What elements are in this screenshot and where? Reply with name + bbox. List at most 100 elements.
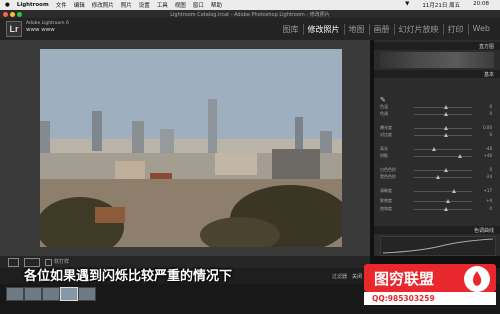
wifi-icon[interactable]: ▼ [405,1,409,9]
slider-label: 色温 [380,104,388,109]
slider-label: 阴影 [380,153,388,158]
slider-row: 饱和度 0 [380,206,492,213]
city-skyline-image [40,49,342,247]
eyedropper-icon[interactable]: ✎ [380,96,388,104]
slider-track[interactable] [414,128,472,129]
slider-row: 鲜艳度 +4 [380,198,492,205]
slider-knob[interactable] [444,207,448,211]
slider-track[interactable] [414,135,472,136]
slider-value[interactable]: +46 [484,153,492,158]
histogram-header[interactable]: 直方图 [374,42,500,50]
filmstrip-thumb[interactable] [6,287,24,301]
tone-curve-header[interactable]: 色调曲线 [374,226,500,234]
module-picker: 图库 修改照片 地图 画册 幻灯片放映 打印 Web [279,24,494,35]
slider-track[interactable] [414,149,472,150]
slider-row: 白色色阶 0 [380,167,492,174]
watermark-title: 图穷联盟 [374,270,435,288]
slider-value[interactable]: 0 [489,206,492,211]
slider-track[interactable] [414,170,472,171]
tone-curve-graph[interactable] [380,236,496,256]
filmstrip-thumb-selected[interactable] [60,287,78,301]
video-subtitle: 各位如果遇到闪烁比较严重的情况下 [24,269,233,284]
slider-row: 曝光度 0.00 [380,125,492,132]
slider-label: 白色色阶 [380,167,396,172]
slider-knob[interactable] [458,154,462,158]
slider-value[interactable]: +17 [484,188,492,193]
menu-photo[interactable]: 照片 [121,1,132,9]
menu-window[interactable]: 窗口 [193,1,204,9]
window-titlebar: Lightroom Catalog.lrcat - Adobe Photosho… [0,10,500,18]
slider-knob[interactable] [452,189,456,193]
slider-label: 黑色色阶 [380,174,396,179]
zoom-window-button[interactable] [17,11,22,17]
slider-value[interactable]: 0 [489,132,492,137]
slider-track[interactable] [414,191,472,192]
slider-value[interactable]: -24 [485,174,492,179]
slider-knob[interactable] [444,168,448,172]
module-slideshow[interactable]: 幻灯片放映 [393,24,443,35]
module-book[interactable]: 画册 [368,24,394,35]
slider-label: 曝光度 [380,125,392,130]
slider-knob[interactable] [446,199,450,203]
photo-preview[interactable] [40,49,342,247]
menu-help[interactable]: 帮助 [211,1,222,9]
slider-knob[interactable] [444,133,448,137]
menu-develop[interactable]: 修改照片 [92,1,114,9]
slider-knob[interactable] [444,105,448,109]
module-map[interactable]: 地图 [343,24,369,35]
apple-icon[interactable]: ● [5,2,10,8]
filmstrip-thumb[interactable] [42,287,60,301]
menu-edit[interactable]: 编辑 [74,1,85,9]
slider-track[interactable] [414,156,472,157]
app-identity: Adobe Lightroom 6 www www [26,21,69,33]
slider-label: 色调 [380,111,388,116]
module-library[interactable]: 图库 [279,24,303,35]
slider-value[interactable]: 0 [489,111,492,116]
slider-label: 饱和度 [380,206,392,211]
module-develop[interactable]: 修改照片 [302,24,344,35]
basic-header[interactable]: 基本 [374,70,500,78]
app-menu[interactable]: Lightroom [17,2,49,8]
window-title: Lightroom Catalog.lrcat - Adobe Photosho… [170,11,330,18]
soft-proof-label: 软打样 [54,259,70,265]
slider-knob[interactable] [432,147,436,151]
slider-row: 清晰度 +17 [380,188,492,195]
slider-row: 色温 0 [380,104,492,111]
slider-track[interactable] [414,114,472,115]
menu-file[interactable]: 文件 [56,1,67,9]
module-web[interactable]: Web [467,24,494,35]
mac-menubar: ● Lightroom 文件 编辑 修改照片 照片 设置 工具 视图 窗口 帮助… [0,0,500,10]
slider-row: 黑色色阶 -24 [380,174,492,181]
module-print[interactable]: 打印 [442,24,468,35]
slider-row: 色调 0 [380,111,492,118]
filmstrip-thumb[interactable] [78,287,96,301]
slider-track[interactable] [414,201,472,202]
slider-value[interactable]: +4 [486,198,492,203]
menu-tools[interactable]: 工具 [157,1,168,9]
user-name: www www [26,27,55,33]
slider-value[interactable]: -48 [485,146,492,151]
histogram [380,52,494,68]
slider-value[interactable]: 0 [489,104,492,109]
slider-row: 阴影 +46 [380,153,492,160]
watermark-qq: QQ:985303259 [364,292,496,305]
slider-value[interactable]: 0 [489,167,492,172]
loupe-view-icon[interactable] [8,258,19,267]
slider-knob[interactable] [436,175,440,179]
slider-row: 对比度 0 [380,132,492,139]
slider-track[interactable] [414,177,472,178]
slider-value[interactable]: 0.00 [483,125,492,130]
slider-knob[interactable] [444,126,448,130]
menu-view[interactable]: 视图 [175,1,186,9]
slider-track[interactable] [414,209,472,210]
minimize-window-button[interactable] [10,11,15,17]
close-window-button[interactable] [3,11,8,17]
slider-track[interactable] [414,107,472,108]
slider-knob[interactable] [444,112,448,116]
filter-label: 过滤器 [332,274,348,280]
filter-value[interactable]: 关闭 [352,273,362,280]
menu-settings[interactable]: 设置 [139,1,150,9]
filmstrip-thumb[interactable] [24,287,42,301]
slider-label: 对比度 [380,132,392,137]
lightroom-logo: Lr [6,21,22,37]
